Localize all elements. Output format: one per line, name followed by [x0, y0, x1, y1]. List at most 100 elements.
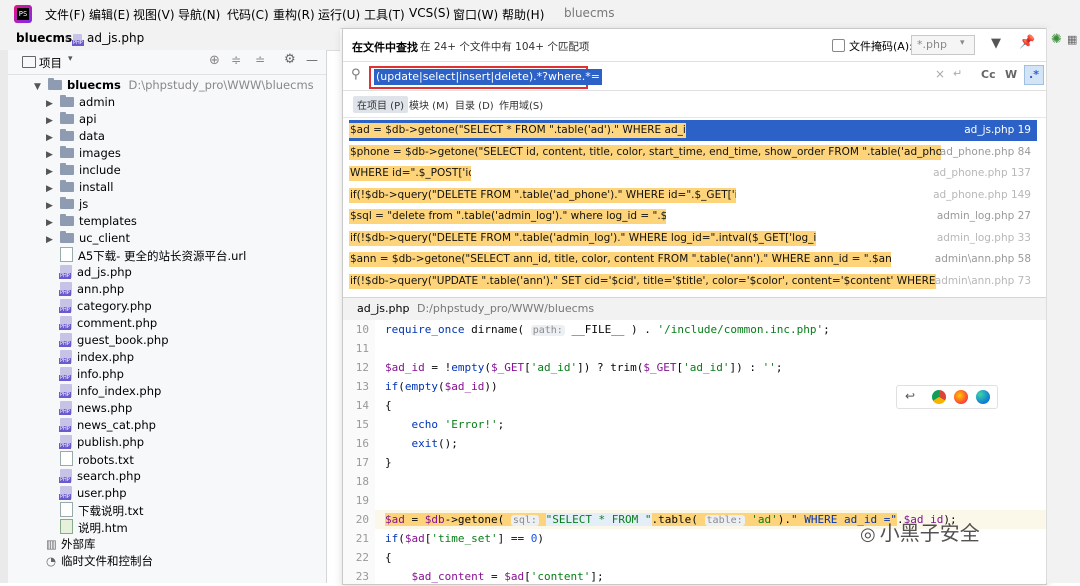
collapse-all-icon[interactable]: ≐ — [255, 53, 265, 67]
code-line: $ad_id = !empty($_GET['ad_id']) ? trim($… — [385, 361, 783, 374]
tree-folder-images[interactable]: ▶ images — [46, 145, 121, 162]
tab-module[interactable]: 模块 (M) — [405, 96, 453, 113]
tree-file[interactable]: comment.php — [59, 315, 157, 332]
code-line: { — [385, 399, 392, 412]
tree-folder-admin[interactable]: ▶ admin — [46, 94, 115, 111]
php-file-icon — [59, 401, 72, 415]
tree-folder-js[interactable]: ▶ js — [46, 196, 88, 213]
tree-file[interactable]: news.php — [59, 400, 132, 417]
menu-file[interactable]: 文件(F) — [45, 6, 85, 23]
result-row[interactable]: $sql = "delete from ".table('admin_log')… — [349, 206, 1037, 227]
file-mask-select[interactable]: *.php ▾ — [911, 35, 975, 55]
project-view-icon — [22, 56, 36, 68]
result-row[interactable]: $ad = $db->getone("SELECT * FROM ".table… — [349, 120, 1037, 141]
tree-file[interactable]: user.php — [59, 485, 127, 502]
tree-file[interactable]: A5下载- 更全的站长资源平台.url — [60, 247, 246, 264]
tree-file[interactable]: info_index.php — [59, 383, 161, 400]
root-path: D:\phpstudy_pro\WWW\bluecms — [128, 78, 314, 92]
pin-icon[interactable]: 📌 — [1019, 35, 1035, 50]
tree-file[interactable]: index.php — [59, 349, 134, 366]
tree-file[interactable]: ann.php — [59, 281, 124, 298]
tree-file[interactable]: category.php — [59, 298, 152, 315]
folder-icon — [60, 163, 74, 175]
menu-window[interactable]: 窗口(W) — [453, 6, 498, 23]
expand-all-icon[interactable]: ≑ — [231, 53, 241, 67]
tree-folder-data[interactable]: ▶ data — [46, 128, 105, 145]
php-file-icon — [59, 486, 72, 500]
tree-file[interactable]: robots.txt — [60, 451, 134, 468]
chevron-down-icon: ▾ — [960, 38, 965, 48]
bug-icon[interactable]: ✺ — [1051, 32, 1062, 47]
chevron-down-icon[interactable]: ▾ — [68, 54, 73, 64]
menu-help[interactable]: 帮助(H) — [502, 6, 544, 23]
tree-file[interactable]: info.php — [59, 366, 124, 383]
firefox-icon[interactable] — [954, 390, 968, 404]
result-row[interactable]: if(!$db->query("DELETE FROM ".table('adm… — [349, 228, 1037, 249]
tree-root[interactable]: ▼ bluecms D:\phpstudy_pro\WWW\bluecms — [34, 77, 314, 94]
tree-file[interactable]: search.php — [59, 468, 141, 485]
chevron-right-icon[interactable]: ▶ — [46, 232, 56, 249]
tree-scratches[interactable]: ◔ 临时文件和控制台 — [46, 553, 153, 570]
code-line: if($ad['time_set'] == 0) — [385, 532, 544, 545]
menu-view[interactable]: 视图(V) — [133, 6, 175, 23]
folder-icon — [60, 180, 74, 192]
menu-edit[interactable]: 编辑(E) — [89, 6, 130, 23]
tree-file[interactable]: ad_js.php — [59, 264, 132, 281]
whole-words-toggle[interactable]: W — [1005, 68, 1017, 81]
chevron-down-icon[interactable]: ▼ — [34, 79, 44, 96]
result-row[interactable]: $ann = $db->getone("SELECT ann_id, title… — [349, 249, 1037, 270]
edge-icon[interactable] — [976, 390, 990, 404]
tree-folder-include[interactable]: ▶ include — [46, 162, 121, 179]
menu-navigate[interactable]: 导航(N) — [178, 6, 220, 23]
php-file-icon — [59, 333, 72, 347]
scratch-icon: ◔ — [46, 554, 57, 568]
chrome-icon[interactable] — [932, 390, 946, 404]
tree-external-libraries[interactable]: ▥ 外部库 — [46, 536, 96, 553]
regex-toggle[interactable]: .* — [1024, 65, 1044, 85]
menu-tools[interactable]: 工具(T) — [364, 6, 405, 23]
tree-file[interactable]: guest_book.php — [59, 332, 169, 349]
breadcrumb-file[interactable]: ad_js.php — [87, 31, 144, 45]
clear-icon[interactable]: × — [935, 67, 945, 81]
tree-file[interactable]: publish.php — [59, 434, 144, 451]
line-gutter: 10 11 12 13 14 15 16 17 18 19 20 21 22 2… — [343, 320, 375, 584]
watermark: ◎ 小黑子安全 — [860, 521, 980, 545]
tree-file[interactable]: news_cat.php — [59, 417, 156, 434]
file-mask-checkbox[interactable] — [832, 39, 845, 52]
search-input[interactable]: (update|select|insert|delete).*?where.*= — [374, 69, 602, 85]
tree-file[interactable]: 下载说明.txt — [60, 502, 143, 519]
tree-folder-api[interactable]: ▶ api — [46, 111, 97, 128]
tree-folder-templates[interactable]: ▶ templates — [46, 213, 137, 230]
tree-folder-install[interactable]: ▶ install — [46, 179, 113, 196]
tab-in-project[interactable]: 在项目 (P) — [353, 96, 409, 113]
php-file-icon — [59, 418, 72, 432]
url-file-icon — [60, 247, 73, 262]
wrap-icon[interactable]: ↩ — [905, 389, 915, 403]
menu-run[interactable]: 运行(U) — [318, 6, 360, 23]
gear-icon[interactable]: ⚙ — [284, 52, 296, 67]
result-row[interactable]: if(!$db->query("DELETE FROM ".table('ad_… — [349, 185, 1037, 206]
database-icon[interactable]: ▦ — [1067, 33, 1077, 46]
result-row[interactable]: if(!$db->query("UPDATE ".table('ann')." … — [349, 271, 1037, 292]
code-line: exit(); — [411, 437, 458, 450]
html-file-icon — [60, 519, 73, 534]
tree-file[interactable]: 说明.htm — [60, 519, 128, 536]
result-row[interactable]: $phone = $db->getone("SELECT id, content… — [349, 142, 1037, 163]
preview-header: ad_js.php D:/phpstudy_pro/WWW/bluecms — [343, 297, 1046, 321]
hide-panel-icon[interactable]: — — [306, 53, 318, 67]
match-case-toggle[interactable]: Cc — [981, 68, 996, 81]
result-row[interactable]: WHERE id=".$_POST['id']) ad_phone.php 13… — [349, 163, 1037, 184]
locate-icon[interactable]: ⊕ — [209, 53, 220, 68]
tab-directory[interactable]: 目录 (D) — [451, 96, 498, 113]
text-file-icon — [60, 451, 73, 466]
search-icon: ⚲ — [351, 67, 361, 82]
code-line: $ad_content = $ad['content']; — [411, 570, 604, 583]
project-panel-title[interactable]: 项目 — [39, 55, 62, 71]
tab-scope[interactable]: 作用域(S) — [495, 96, 547, 113]
menu-vcs[interactable]: VCS(S) — [409, 6, 450, 20]
new-line-icon[interactable]: ↵ — [953, 67, 962, 80]
filter-icon[interactable]: ▼ — [991, 36, 1001, 51]
menu-refactor[interactable]: 重构(R) — [273, 6, 315, 23]
tree-folder-uc-client[interactable]: ▶ uc_client — [46, 230, 130, 247]
menu-code[interactable]: 代码(C) — [227, 6, 269, 23]
